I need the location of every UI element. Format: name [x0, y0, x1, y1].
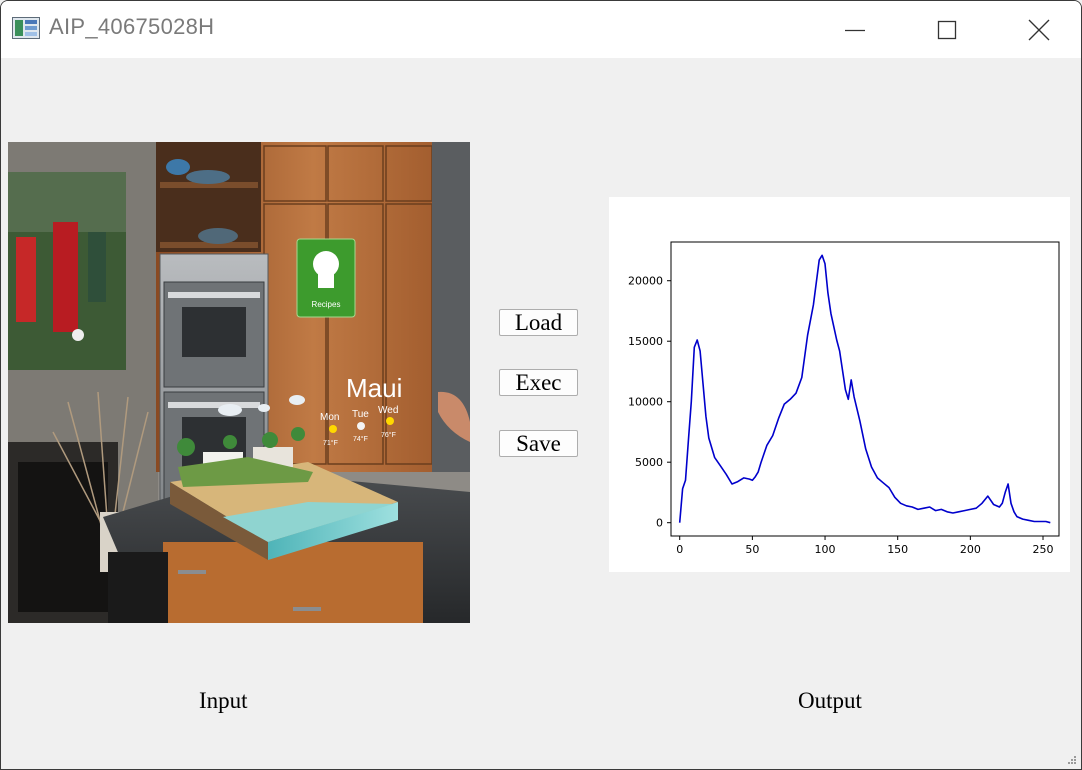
- input-image: Recipes Maui Mon Tue Wed 71°F 74°F 76°F: [8, 142, 470, 623]
- temp-label: 71°F: [323, 439, 338, 447]
- maximize-button[interactable]: [901, 1, 993, 58]
- resize-grip-icon[interactable]: [1067, 755, 1077, 765]
- temp-label: 76°F: [381, 431, 396, 439]
- y-tick-label: 20000: [628, 275, 663, 288]
- y-tick-label: 0: [656, 517, 663, 530]
- output-caption: Output: [798, 688, 862, 713]
- save-button[interactable]: Save: [499, 430, 578, 457]
- temp-label: 74°F: [353, 435, 368, 443]
- input-caption: Input: [199, 688, 248, 713]
- x-tick-label: 200: [960, 543, 981, 556]
- app-window: AIP_40675028H Recipes Maui Mon Tue Wed 7…: [0, 0, 1082, 770]
- minimize-button[interactable]: [809, 1, 901, 58]
- app-icon: [12, 17, 40, 39]
- x-tick-label: 250: [1033, 543, 1054, 556]
- city-label: Maui: [346, 373, 402, 403]
- x-tick-label: 0: [676, 543, 683, 556]
- close-icon: [1028, 19, 1050, 40]
- x-tick-label: 50: [745, 543, 759, 556]
- main-content: Recipes Maui Mon Tue Wed 71°F 74°F 76°F: [1, 58, 1081, 769]
- recipes-label: Recipes: [312, 300, 341, 309]
- maximize-icon: [937, 20, 957, 39]
- y-tick-label: 15000: [628, 335, 663, 348]
- window-title: AIP_40675028H: [49, 14, 215, 39]
- title-bar[interactable]: AIP_40675028H: [1, 1, 1081, 58]
- histogram-chart: 0 50 100 150 200 250 0 5000 10000 15000 20000: [628, 241, 1060, 556]
- y-tick-label: 10000: [628, 396, 663, 409]
- load-button[interactable]: Load: [499, 309, 578, 336]
- day-label: Mon: [320, 412, 339, 423]
- x-tick-label: 150: [887, 543, 908, 556]
- close-button[interactable]: [993, 1, 1081, 58]
- x-tick-label: 100: [815, 543, 836, 556]
- day-label: Tue: [352, 409, 369, 420]
- output-plot-panel: 0 50 100 150 200 250 0 5000 10000 15000 20000: [609, 197, 1070, 572]
- y-tick-label: 5000: [635, 456, 663, 469]
- day-label: Wed: [378, 405, 398, 416]
- plot-axes-frame: [670, 241, 1060, 537]
- exec-button[interactable]: Exec: [499, 369, 578, 396]
- minimize-icon: [845, 29, 865, 31]
